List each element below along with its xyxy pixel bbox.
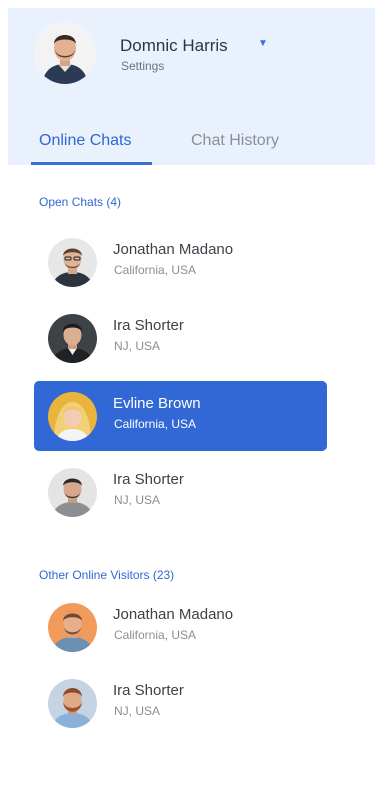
active-tab-indicator	[31, 162, 152, 165]
contact-item[interactable]: Jonathan Madano California, USA	[34, 227, 327, 297]
tab-chat-history[interactable]: Chat History	[191, 132, 279, 150]
other-visitors-title: Other Online Visitors (23)	[39, 568, 175, 582]
contact-name: Jonathan Madano	[113, 606, 234, 623]
avatar	[48, 238, 97, 287]
contact-location: California, USA	[114, 417, 197, 431]
contact-location: NJ, USA	[114, 493, 161, 507]
contact-location: NJ, USA	[114, 339, 161, 353]
contact-name: Jonathan Madano	[113, 241, 234, 258]
caret-down-icon[interactable]: ▼	[258, 38, 268, 49]
contact-item[interactable]: Ira Shorter NJ, USA	[34, 668, 327, 738]
contact-item-selected[interactable]: Evline Brown California, USA	[34, 381, 327, 451]
avatar	[48, 392, 97, 441]
tab-online-chats[interactable]: Online Chats	[39, 132, 132, 150]
avatar	[48, 468, 97, 517]
avatar	[48, 314, 97, 363]
open-chats-title: Open Chats (4)	[39, 195, 122, 209]
contact-item[interactable]: Jonathan Madano California, USA	[34, 592, 327, 662]
contact-item[interactable]: Ira Shorter NJ, USA	[34, 457, 327, 527]
avatar	[48, 603, 97, 652]
contact-name: Ira Shorter	[113, 317, 184, 334]
contact-location: NJ, USA	[114, 704, 161, 718]
avatar	[48, 679, 97, 728]
contact-item[interactable]: Ira Shorter NJ, USA	[34, 303, 327, 373]
profile-name: Domnic Harris	[120, 36, 228, 55]
profile-subtitle[interactable]: Settings	[121, 59, 164, 73]
profile-avatar[interactable]	[34, 22, 96, 84]
contact-name: Evline Brown	[113, 395, 201, 412]
contact-location: California, USA	[114, 628, 197, 642]
contact-name: Ira Shorter	[113, 682, 184, 699]
contact-location: California, USA	[114, 263, 197, 277]
contact-name: Ira Shorter	[113, 471, 184, 488]
profile-header: Domnic Harris ▼ Settings Online Chats Ch…	[8, 8, 375, 165]
